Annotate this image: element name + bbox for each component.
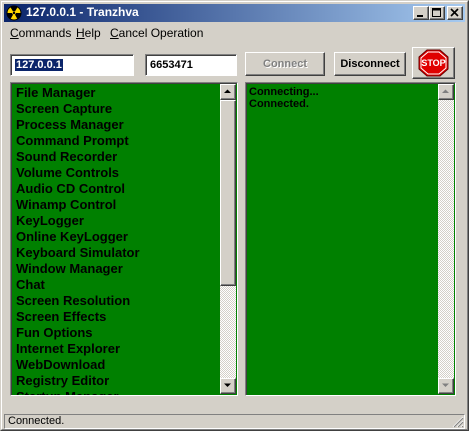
close-icon — [450, 8, 459, 17]
list-item[interactable]: Command Prompt — [16, 133, 216, 149]
menu-cancel-operation[interactable]: Cancel Operation — [110, 26, 203, 40]
list-item[interactable]: Fun Options — [16, 325, 216, 341]
feature-list[interactable]: File Manager Screen Capture Process Manage… — [10, 82, 238, 396]
list-item[interactable]: Startup Manager — [16, 389, 216, 395]
connect-button[interactable]: Connect — [245, 52, 325, 76]
stop-button[interactable]: STOP — [412, 47, 455, 79]
list-item[interactable]: Keyboard Simulator — [16, 245, 216, 261]
arrow-up-icon — [442, 89, 449, 93]
port-value: 6653471 — [150, 59, 193, 71]
list-item[interactable]: Online KeyLogger — [16, 229, 216, 245]
list-item[interactable]: Winamp Control — [16, 197, 216, 213]
host-input[interactable]: 127.0.0.1 — [10, 54, 134, 76]
arrow-down-icon — [224, 383, 231, 387]
log-scrollbar[interactable] — [438, 84, 454, 394]
log-line: Connecting... — [249, 86, 319, 98]
list-item[interactable]: Screen Effects — [16, 309, 216, 325]
maximize-icon — [432, 8, 441, 17]
list-item[interactable]: Process Manager — [16, 117, 216, 133]
list-item[interactable]: File Manager — [16, 85, 216, 101]
host-value: 127.0.0.1 — [15, 59, 63, 71]
title-bar[interactable]: 127.0.0.1 - Tranzhva — [4, 4, 465, 22]
log-panel[interactable]: Connecting... Connected. — [245, 82, 456, 396]
arrow-down-icon — [442, 383, 449, 387]
disconnect-button[interactable]: Disconnect — [334, 52, 406, 76]
status-text: Connected. — [8, 415, 65, 427]
menu-bar: Commands Help Cancel Operation — [4, 23, 465, 42]
list-item[interactable]: Audio CD Control — [16, 181, 216, 197]
minimize-icon — [417, 15, 423, 17]
menu-commands[interactable]: Commands — [10, 26, 71, 40]
menu-cancel-hotkey: C — [110, 26, 119, 40]
list-item[interactable]: KeyLogger — [16, 213, 216, 229]
port-input[interactable]: 6653471 — [145, 54, 237, 76]
arrow-up-icon — [224, 89, 231, 93]
list-item[interactable]: Internet Explorer — [16, 341, 216, 357]
menu-commands-rest: ommands — [18, 26, 72, 40]
log-scroll-up-button[interactable] — [438, 84, 454, 100]
log-line: Connected. — [249, 98, 309, 110]
close-button[interactable] — [447, 6, 463, 20]
feature-list-scrollbar[interactable] — [220, 84, 236, 394]
list-item[interactable]: Screen Resolution — [16, 293, 216, 309]
feature-list-items: File Manager Screen Capture Process Manage… — [16, 85, 216, 395]
minimize-button[interactable] — [413, 6, 429, 20]
list-item[interactable]: Volume Controls — [16, 165, 216, 181]
scrollbar-thumb[interactable] — [220, 100, 236, 286]
log-scroll-down-button[interactable] — [438, 378, 454, 394]
list-item[interactable]: Screen Capture — [16, 101, 216, 117]
resize-grip-icon[interactable] — [452, 416, 464, 428]
stop-label: STOP — [421, 58, 446, 68]
log-lines: Connecting... Connected. — [249, 86, 434, 110]
list-item[interactable]: Chat — [16, 277, 216, 293]
status-bar: Connected. — [4, 414, 465, 429]
list-item[interactable]: WebDownload — [16, 357, 216, 373]
menu-help-hotkey: H — [76, 26, 85, 40]
scroll-down-button[interactable] — [220, 378, 236, 394]
list-item[interactable]: Window Manager — [16, 261, 216, 277]
list-item[interactable]: Sound Recorder — [16, 149, 216, 165]
menu-commands-hotkey: C — [10, 26, 19, 40]
menu-help[interactable]: Help — [76, 26, 101, 40]
menu-help-rest: elp — [84, 26, 101, 40]
menu-cancel-rest: ancel Operation — [118, 26, 204, 40]
radiation-icon — [6, 5, 22, 21]
app-window: 127.0.0.1 - Tranzhva Commands Help Cance… — [0, 0, 469, 431]
window-title: 127.0.0.1 - Tranzhva — [26, 5, 139, 19]
maximize-button[interactable] — [429, 6, 445, 20]
list-item[interactable]: Registry Editor — [16, 373, 216, 389]
scroll-up-button[interactable] — [220, 84, 236, 100]
